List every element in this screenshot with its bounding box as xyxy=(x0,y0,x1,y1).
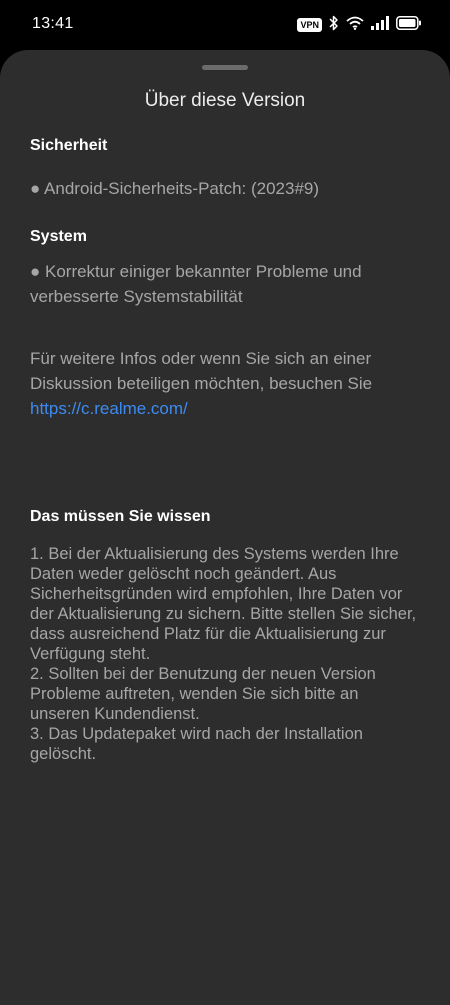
notice-item-1: 1. Bei der Aktualisierung des Systems we… xyxy=(30,545,417,663)
notice-item-3: 3. Das Updatepaket wird nach der Install… xyxy=(30,725,363,763)
security-patch-item: ● Android-Sicherheits-Patch: (2023#9) xyxy=(30,179,320,198)
security-heading: Sicherheit xyxy=(30,137,108,154)
system-fix-item: ● Korrektur einiger bekannter Probleme u… xyxy=(30,262,362,306)
status-bar: 13:41 VPN xyxy=(0,0,450,50)
wifi-icon xyxy=(346,16,364,35)
notice-item-2: 2. Sollten bei der Benutzung der neuen V… xyxy=(30,665,376,723)
notice-list: 1. Bei der Aktualisierung des Systems we… xyxy=(30,544,422,764)
sheet-title: Über diese Version xyxy=(144,90,306,111)
drag-handle[interactable] xyxy=(202,65,248,70)
status-icons: VPN xyxy=(297,15,422,36)
realme-community-link[interactable]: https://c.realme.com/ xyxy=(30,399,188,418)
status-time: 13:41 xyxy=(32,15,74,32)
info-text: Für weitere Infos oder wenn Sie sich an … xyxy=(30,346,422,421)
battery-icon xyxy=(396,15,422,35)
vpn-icon: VPN xyxy=(297,18,322,32)
sheet-content[interactable]: Sicherheit ● Android-Sicherheits-Patch: … xyxy=(30,134,422,764)
system-heading: System xyxy=(30,228,87,245)
bluetooth-icon xyxy=(329,15,339,36)
signal-icon xyxy=(371,15,389,35)
info-text-body: Für weitere Infos oder wenn Sie sich an … xyxy=(30,349,373,393)
notice-heading: Das müssen Sie wissen xyxy=(30,508,211,525)
bottom-sheet: Über diese Version Sicherheit ● Android-… xyxy=(0,50,450,1005)
